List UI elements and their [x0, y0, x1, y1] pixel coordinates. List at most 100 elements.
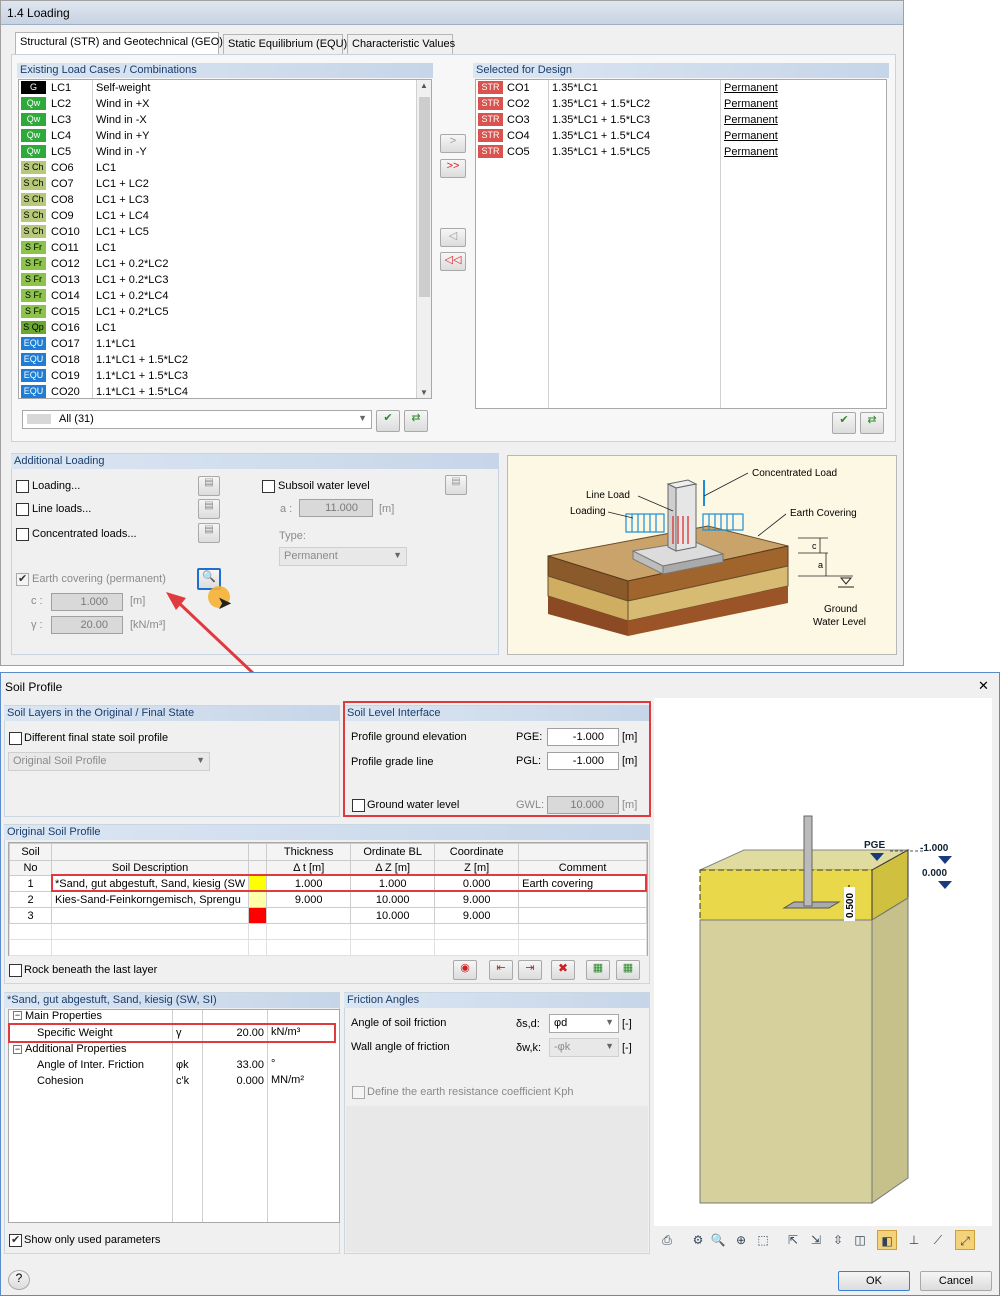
delete-row-icon[interactable]: ✖	[551, 960, 575, 980]
insert-row-icon[interactable]: ⇤	[489, 960, 513, 980]
existing-list-item[interactable]: S Fr CO14 LC1 + 0.2*LC4	[19, 288, 431, 304]
soil-table-row[interactable]: 3 10.000 9.000	[9, 907, 647, 924]
edit-subsoil-icon[interactable]: ▤	[445, 475, 467, 495]
existing-list-item[interactable]: Qw LC4 Wind in +Y	[19, 128, 431, 144]
edit-line-loads-icon[interactable]: ▤	[198, 499, 220, 519]
soil-thickness[interactable]: 9.000	[266, 891, 352, 908]
render-mode-icon[interactable]: ◧	[877, 1230, 897, 1250]
zoom-icon[interactable]: 🔍	[708, 1230, 728, 1250]
selected-list-item[interactable]: STR CO1 1.35*LC1 Permanent	[476, 80, 886, 96]
soil-table-row[interactable]: 1 *Sand, gut abgestuft, Sand, kiesig (SW 1…	[9, 875, 647, 892]
import-soil-icon[interactable]: ◉	[453, 960, 477, 980]
filter-dropdown[interactable]: All (31) ▼	[22, 410, 372, 429]
isometric-icon[interactable]: ◫	[850, 1230, 870, 1250]
different-final-checkbox[interactable]	[9, 732, 22, 745]
soil-no[interactable]: 1	[9, 875, 52, 892]
selected-select-button[interactable]: ✔	[832, 412, 856, 434]
show-used-checkbox[interactable]	[9, 1233, 22, 1247]
existing-list-item[interactable]: EQU CO17 1.1*LC1	[19, 336, 431, 352]
zoom-window-icon[interactable]: ⬚	[753, 1230, 773, 1250]
profile-dropdown[interactable]: Original Soil Profile ▼	[8, 752, 210, 771]
select-all-button[interactable]: ✔	[376, 410, 400, 432]
existing-list-item[interactable]: Qw LC5 Wind in -Y	[19, 144, 431, 160]
soil-description[interactable]: Kies-Sand-Feinkorngemisch, Sprengu	[50, 891, 250, 908]
cancel-button[interactable]: Cancel	[920, 1271, 992, 1291]
soil-ordinate[interactable]: 10.000	[350, 891, 436, 908]
existing-list-item[interactable]: EQU CO19 1.1*LC1 + 1.5*LC3	[19, 368, 431, 384]
selected-list-item[interactable]: STR CO2 1.35*LC1 + 1.5*LC2 Permanent	[476, 96, 886, 112]
tab-structural[interactable]: Structural (STR) and Geotechnical (GEO)	[15, 32, 223, 55]
soil-coordinate[interactable]: 9.000	[434, 907, 520, 924]
soil-comment[interactable]	[518, 907, 647, 924]
move-right-button[interactable]: >	[440, 134, 466, 153]
import-excel-icon[interactable]: ▦	[616, 960, 640, 980]
soil-comment[interactable]	[518, 891, 647, 908]
pge-input[interactable]: -1.000	[547, 728, 619, 746]
existing-list-item[interactable]: S Ch CO7 LC1 + LC2	[19, 176, 431, 192]
selected-toggle-button[interactable]: ⇄	[860, 412, 884, 434]
axes-icon[interactable]: ⊥	[904, 1230, 924, 1250]
pgl-input[interactable]: -1.000	[547, 752, 619, 770]
ground-water-checkbox[interactable]	[352, 799, 365, 812]
soil-comment[interactable]: Earth covering	[518, 875, 647, 892]
selected-list[interactable]: STR CO1 1.35*LC1 Permanent STR CO2 1.35*LC1 + …	[475, 79, 887, 409]
collapse-additional-icon[interactable]: −	[13, 1045, 22, 1054]
print-icon[interactable]: ⎙	[657, 1230, 677, 1250]
edit-loading-icon[interactable]: ▤	[198, 476, 220, 496]
ok-button[interactable]: OK	[838, 1271, 910, 1291]
edit-concentrated-icon[interactable]: ▤	[198, 523, 220, 543]
soil-table-row[interactable]: 2 Kies-Sand-Feinkorngemisch, Sprengu 9.000…	[9, 891, 647, 908]
tab-equilibrium[interactable]: Static Equilibrium (EQU)	[223, 34, 347, 54]
earth-covering-checkbox[interactable]	[16, 572, 29, 586]
existing-list-item[interactable]: EQU CO18 1.1*LC1 + 1.5*LC2	[19, 352, 431, 368]
view-y-icon[interactable]: ⇲	[806, 1230, 826, 1250]
existing-list-item[interactable]: S Fr CO15 LC1 + 0.2*LC5	[19, 304, 431, 320]
soil-thickness[interactable]	[266, 907, 352, 924]
selected-list-item[interactable]: STR CO5 1.35*LC1 + 1.5*LC5 Permanent	[476, 144, 886, 160]
dimension-icon[interactable]: ⟋	[928, 1230, 948, 1250]
soil-coordinate[interactable]: 0.000	[434, 875, 520, 892]
loading-checkbox[interactable]	[16, 480, 29, 493]
close-icon[interactable]: ✕	[978, 678, 989, 694]
toggle-selection-button[interactable]: ⇄	[404, 410, 428, 432]
soil-no[interactable]: 3	[9, 907, 52, 924]
soil-table[interactable]: Soil Thickness Ordinate BL Coordinate No…	[8, 842, 648, 956]
append-row-icon[interactable]: ⇥	[518, 960, 542, 980]
line-loads-checkbox[interactable]	[16, 503, 29, 516]
export-excel-icon[interactable]: ▦	[586, 960, 610, 980]
kph-checkbox[interactable]	[352, 1086, 365, 1099]
tab-characteristic[interactable]: Characteristic Values	[347, 34, 455, 54]
friction-value[interactable]: 33.00	[204, 1059, 264, 1071]
existing-list[interactable]: ▲ ▼ G LC1 Self-weight Qw LC2 Wind in +X Qw LC3 W…	[18, 79, 432, 399]
existing-list-item[interactable]: S Qp CO16 LC1	[19, 320, 431, 336]
view-x-icon[interactable]: ⇱	[783, 1230, 803, 1250]
concentrated-loads-checkbox[interactable]	[16, 528, 29, 541]
collapse-main-icon[interactable]: −	[13, 1011, 22, 1020]
soil-friction-dropdown[interactable]: φd ▼	[549, 1014, 619, 1033]
c-input[interactable]: 1.000	[51, 593, 123, 611]
move-all-right-button[interactable]: >>	[440, 159, 466, 178]
existing-list-item[interactable]: S Fr CO13 LC1 + 0.2*LC3	[19, 272, 431, 288]
move-left-button[interactable]: ◁	[440, 228, 466, 247]
gamma-input[interactable]: 20.00	[51, 616, 123, 634]
type-dropdown[interactable]: Permanent ▼	[279, 547, 407, 566]
existing-list-item[interactable]: EQU CO20 1.1*LC1 + 1.5*LC4	[19, 384, 431, 398]
soil-description[interactable]	[50, 907, 250, 924]
selected-list-item[interactable]: STR CO3 1.35*LC1 + 1.5*LC3 Permanent	[476, 112, 886, 128]
existing-list-item[interactable]: Qw LC3 Wind in -X	[19, 112, 431, 128]
soil-coordinate[interactable]: 9.000	[434, 891, 520, 908]
rock-checkbox[interactable]	[9, 964, 22, 977]
soil-description[interactable]: *Sand, gut abgestuft, Sand, kiesig (SW	[50, 875, 250, 892]
level-display-icon[interactable]: ⤢	[955, 1230, 975, 1250]
subsoil-water-checkbox[interactable]	[262, 480, 275, 493]
soil-3d-view[interactable]: 0.500 PGE -1.000 0.000	[654, 698, 992, 1226]
selected-list-item[interactable]: STR CO4 1.35*LC1 + 1.5*LC4 Permanent	[476, 128, 886, 144]
soil-ordinate[interactable]: 1.000	[350, 875, 436, 892]
move-all-left-button[interactable]: ◁◁	[440, 252, 466, 271]
gwl-input[interactable]: 10.000	[547, 796, 619, 814]
existing-list-item[interactable]: S Ch CO10 LC1 + LC5	[19, 224, 431, 240]
soil-thickness[interactable]: 1.000	[266, 875, 352, 892]
soil-no[interactable]: 2	[9, 891, 52, 908]
existing-list-item[interactable]: S Ch CO6 LC1	[19, 160, 431, 176]
existing-list-item[interactable]: S Fr CO11 LC1	[19, 240, 431, 256]
